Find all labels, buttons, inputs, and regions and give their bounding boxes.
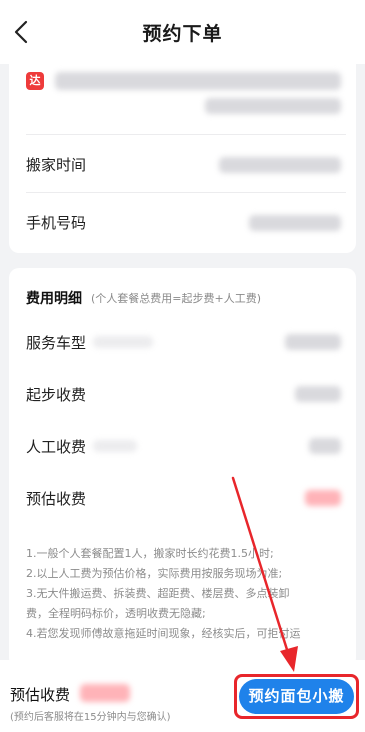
estimated-fee-value-redacted [305, 490, 341, 506]
divider [26, 192, 346, 193]
address-line-2-redacted [205, 98, 341, 114]
move-time-label: 搬家时间 [26, 156, 87, 174]
address-line-1-redacted [55, 72, 341, 90]
fee-note-line: 3.无大件搬运费、拆装费、超距费、楼层费、多点装卸 [26, 587, 290, 600]
fee-details-title: 费用明细 [26, 291, 82, 307]
divider [26, 134, 346, 135]
book-button-label: 预约面包小搬 [239, 679, 354, 714]
destination-badge: 达 [26, 72, 44, 90]
page-title: 预约下单 [142, 23, 223, 45]
estimate-label: 预估收费 [10, 686, 71, 704]
fee-note-line: 费，全程明码标价，透明收费无隐藏; [26, 607, 206, 620]
fee-note-line: 1.一般个人套餐配置1人，搬家时长约花费1.5小时; [26, 547, 274, 560]
fee-row-estimated-fee: 预估收费 [9, 476, 356, 520]
fee-row-label: 预估收费 [26, 490, 87, 508]
estimate-price-redacted [80, 684, 130, 702]
fee-note-line: 4.若您发现师傅故意拖延时间现象，经核实后，可拒付运 [26, 627, 301, 640]
phone-value-redacted [249, 215, 341, 231]
fee-row-extra-redacted [93, 440, 137, 452]
fee-row-extra-redacted [93, 336, 153, 348]
fee-row-label: 人工收费 [26, 438, 87, 456]
fee-details-subtitle: (个人套餐总费用=起步费+人工费) [91, 292, 262, 305]
fee-note-line: 2.以上人工费为预估价格，实际费用按服务现场为准; [26, 567, 283, 580]
top-navigation-bar: 预约下单 [0, 0, 365, 64]
bottom-action-bar: 预估收费 (预约后客服将在15分钟内与您确认) 预约面包小搬 [0, 660, 365, 732]
phone-row[interactable]: 手机号码 [9, 194, 356, 250]
fee-row-vehicle-type: 服务车型 [9, 320, 356, 364]
fee-row-value-redacted [309, 438, 341, 454]
fee-row-starting-fee: 起步收费 [9, 372, 356, 416]
fee-row-value-redacted [295, 386, 341, 402]
fee-row-labor-fee: 人工收费 [9, 424, 356, 468]
order-info-card: 达 搬家时间 手机号码 [9, 58, 356, 253]
move-time-row[interactable]: 搬家时间 [9, 136, 356, 196]
fee-row-label: 起步收费 [26, 386, 87, 404]
fee-details-card: 费用明细 (个人套餐总费用=起步费+人工费) 服务车型 起步收费 人工收费 预估… [9, 268, 356, 668]
fee-row-label: 服务车型 [26, 334, 87, 352]
estimate-note: (预约后客服将在15分钟内与您确认) [10, 712, 171, 723]
phone-label: 手机号码 [26, 214, 87, 232]
fee-row-value-redacted [285, 334, 341, 350]
address-row[interactable]: 达 [9, 58, 356, 136]
fee-notes: 1.一般个人套餐配置1人，搬家时长约花费1.5小时; 2.以上人工费为预估价格，… [26, 544, 344, 644]
move-time-value-redacted [219, 157, 341, 173]
book-button[interactable]: 预约面包小搬 [234, 674, 359, 719]
